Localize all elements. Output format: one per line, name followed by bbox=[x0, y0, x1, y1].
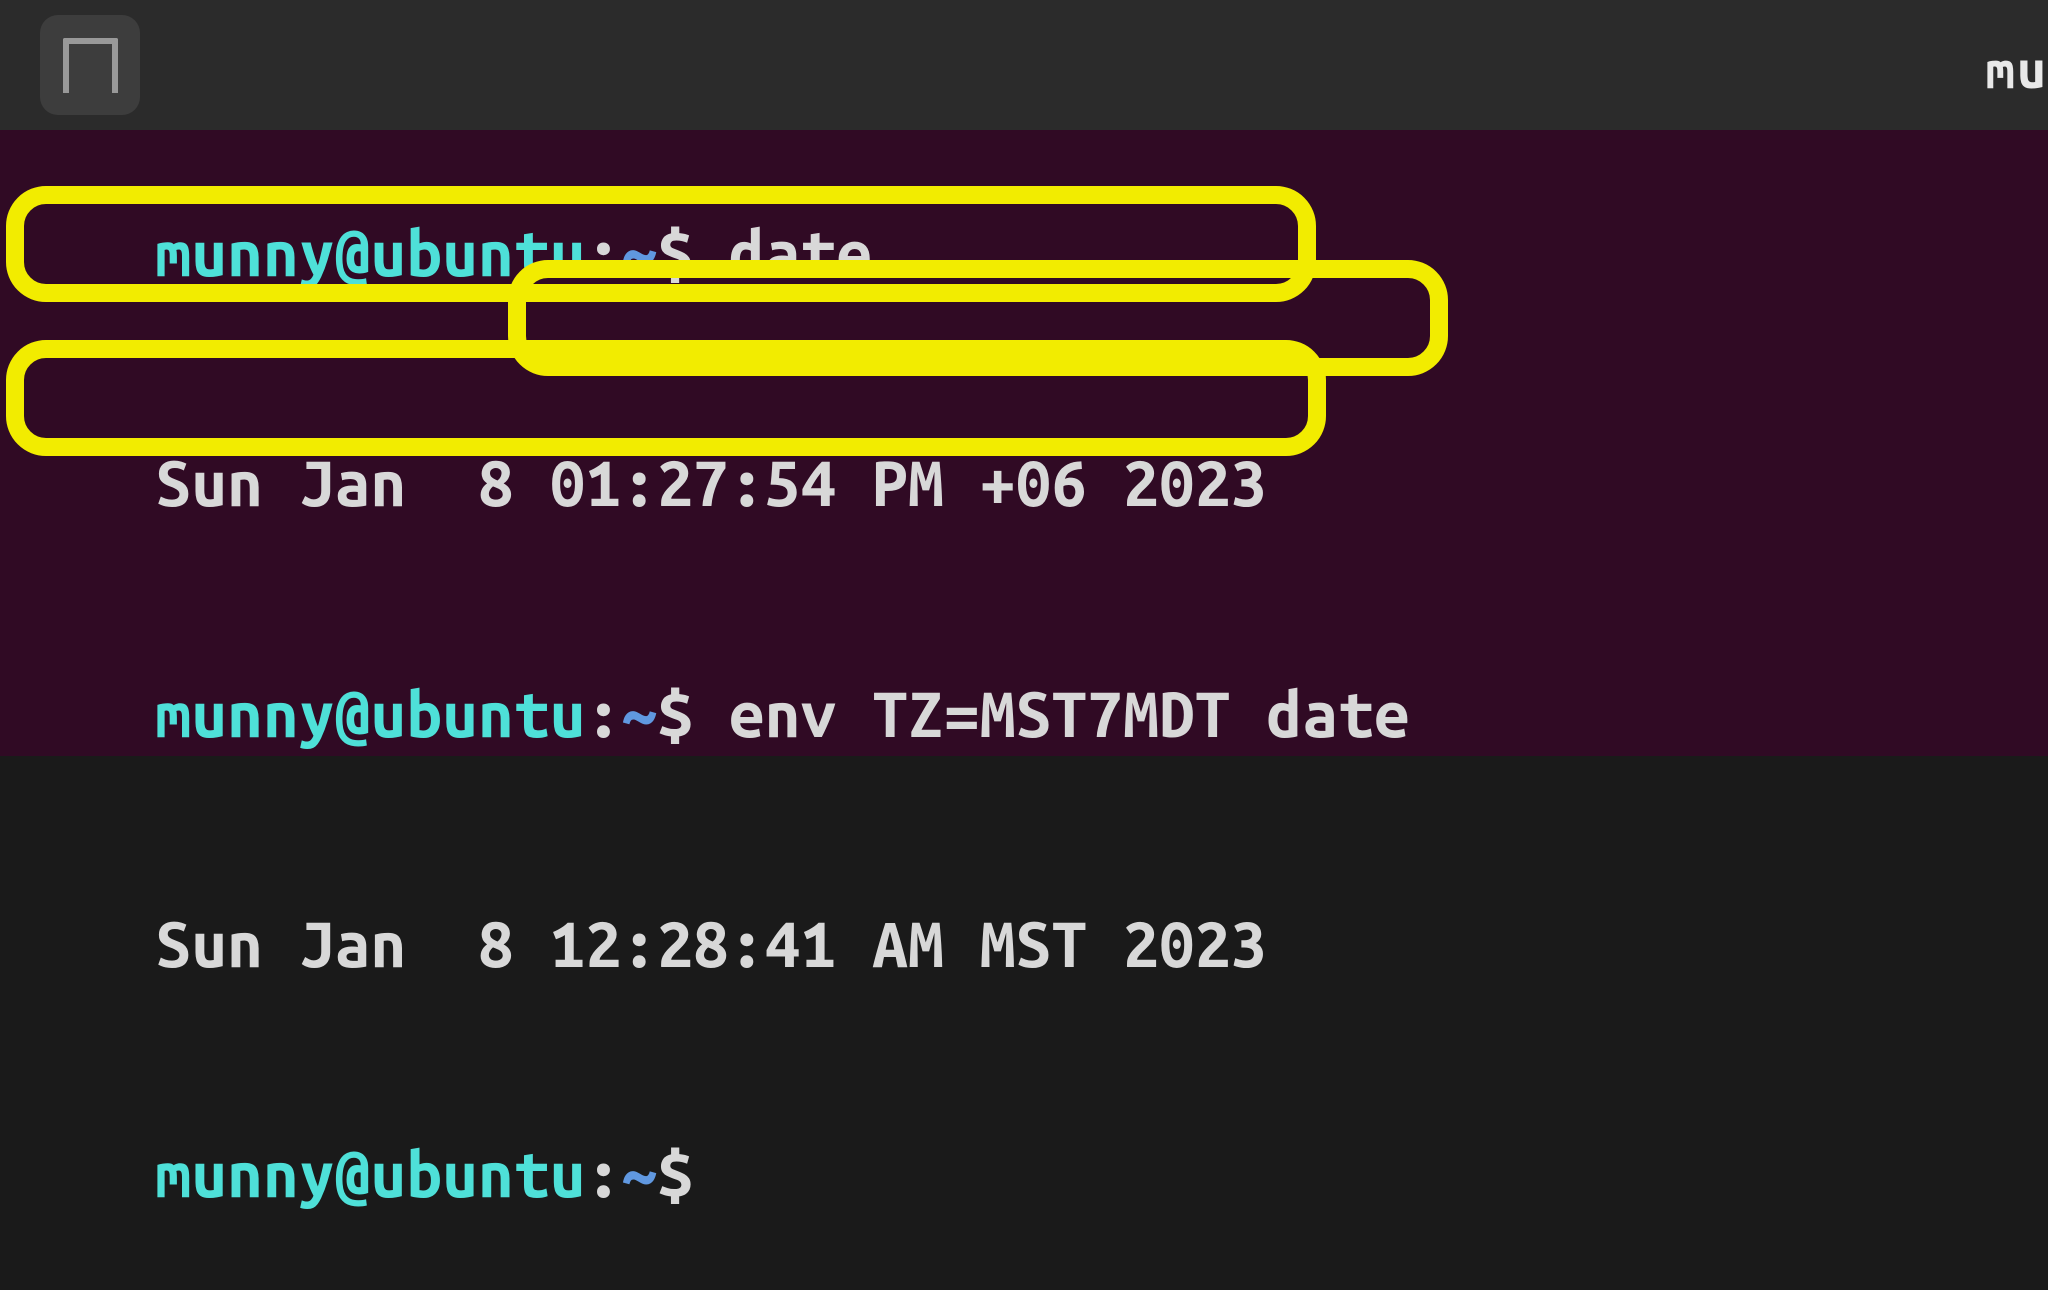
terminal-line-3: munny@ubuntu:~$ bbox=[12, 1060, 2036, 1290]
terminal-app-icon[interactable] bbox=[40, 15, 140, 115]
prompt-user-host: munny@ubuntu bbox=[155, 1138, 585, 1210]
terminal-output-2: Sun Jan 8 12:28:41 AM MST 2023 bbox=[12, 829, 2036, 1059]
prompt-path: ~ bbox=[621, 1138, 657, 1210]
terminal-output-1: Sun Jan 8 01:27:54 PM +06 2023 bbox=[12, 368, 2036, 598]
date-output-mst: Sun Jan 8 12:28:41 AM MST 2023 bbox=[155, 908, 1266, 980]
prompt-separator: : bbox=[585, 678, 621, 750]
terminal-icon bbox=[63, 38, 118, 93]
window-titlebar: mu bbox=[0, 0, 2048, 130]
command-date: date bbox=[729, 217, 872, 289]
command-text bbox=[693, 678, 729, 750]
prompt-symbol: $ bbox=[657, 678, 693, 750]
prompt-path: ~ bbox=[621, 678, 657, 750]
terminal-line-2: munny@ubuntu:~$ env TZ=MST7MDT date bbox=[12, 599, 2036, 829]
prompt-path: ~ bbox=[621, 217, 657, 289]
prompt-user-host: munny@ubuntu bbox=[155, 678, 585, 750]
prompt-symbol: $ bbox=[657, 217, 693, 289]
prompt-separator: : bbox=[585, 217, 621, 289]
prompt-user-host: munny@ubuntu bbox=[155, 217, 585, 289]
prompt-separator: : bbox=[585, 1138, 621, 1210]
terminal-line-1: munny@ubuntu:~$ date bbox=[12, 138, 2036, 368]
date-output-local: Sun Jan 8 01:27:54 PM +06 2023 bbox=[155, 447, 1266, 519]
terminal-body[interactable]: munny@ubuntu:~$ date Sun Jan 8 01:27:54 … bbox=[0, 130, 2048, 756]
command-env-tz-date: env TZ=MST7MDT date bbox=[729, 678, 1410, 750]
window-title-partial: mu bbox=[1986, 40, 2048, 98]
prompt-symbol: $ bbox=[657, 1138, 693, 1210]
command-text bbox=[693, 217, 729, 289]
